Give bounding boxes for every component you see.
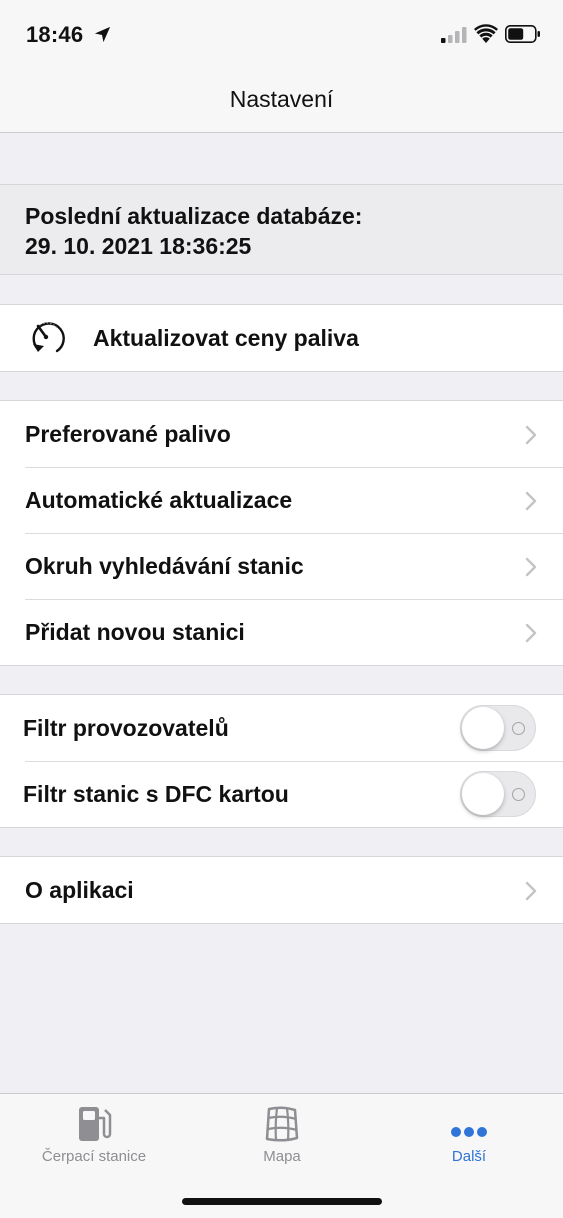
last-update-timestamp: 29. 10. 2021 18:36:25	[25, 233, 252, 259]
map-grid-icon	[265, 1106, 299, 1142]
preferences-group: Preferované palivo Automatické aktualiza…	[0, 400, 563, 666]
dfc-filter-label: Filtr stanic s DFC kartou	[23, 781, 289, 807]
chevron-right-icon	[525, 491, 537, 511]
home-indicator	[182, 1198, 382, 1205]
auto-updates-label: Automatické aktualizace	[25, 487, 293, 513]
chevron-right-icon	[525, 623, 537, 643]
more-dots-icon	[451, 1127, 487, 1137]
battery-icon	[505, 25, 540, 43]
chevron-right-icon	[525, 881, 537, 901]
search-radius-row[interactable]: Okruh vyhledávání stanic	[0, 533, 563, 599]
wifi-icon	[474, 24, 498, 43]
tab-more-label: Další	[451, 1148, 487, 1165]
filters-group: Filtr provozovatelů Filtr stanic s DFC k…	[0, 694, 563, 828]
tab-map[interactable]: Mapa	[188, 1094, 376, 1184]
preferred-fuel-label: Preferované palivo	[25, 421, 231, 447]
auto-updates-row[interactable]: Automatické aktualizace	[0, 467, 563, 533]
location-arrow-icon	[94, 26, 111, 43]
chevron-right-icon	[525, 425, 537, 445]
operator-filter-toggle[interactable]	[460, 705, 536, 751]
tab-fuel-stations[interactable]: Čerpací stanice	[0, 1094, 188, 1184]
dfc-filter-toggle[interactable]	[460, 771, 536, 817]
toggle-knob	[462, 773, 504, 815]
database-update-info: Poslední aktualizace databáze: 29. 10. 2…	[0, 184, 563, 275]
search-radius-label: Okruh vyhledávání stanic	[25, 553, 304, 579]
status-time: 18:46	[26, 22, 84, 47]
tab-fuel-stations-label: Čerpací stanice	[41, 1148, 147, 1165]
toggle-off-indicator-icon	[512, 788, 525, 801]
about-app-row[interactable]: O aplikaci	[0, 857, 563, 923]
navigation-bar: Nastavení	[0, 66, 563, 133]
dfc-filter-row: Filtr stanic s DFC kartou	[0, 761, 563, 827]
toggle-knob	[462, 707, 504, 749]
tab-more[interactable]: Další	[375, 1094, 563, 1184]
about-group: O aplikaci	[0, 856, 563, 924]
toggle-off-indicator-icon	[512, 722, 525, 735]
update-group: Aktualizovat ceny paliva	[0, 304, 563, 372]
status-bar: 18:46	[0, 0, 563, 66]
page-title: Nastavení	[229, 86, 334, 112]
fuel-pump-icon	[79, 1107, 112, 1141]
tab-map-label: Mapa	[263, 1148, 301, 1165]
operator-filter-label: Filtr provozovatelů	[23, 715, 229, 741]
update-prices-label: Aktualizovat ceny paliva	[93, 325, 359, 351]
preferred-fuel-row[interactable]: Preferované palivo	[0, 401, 563, 467]
add-station-row[interactable]: Přidat novou stanici	[0, 599, 563, 665]
operator-filter-row: Filtr provozovatelů	[0, 695, 563, 761]
cellular-signal-icon	[441, 27, 467, 43]
about-app-label: O aplikaci	[25, 877, 134, 903]
gauge-refresh-icon	[32, 322, 65, 353]
last-update-label: Poslední aktualizace databáze:	[25, 203, 363, 229]
chevron-right-icon	[525, 557, 537, 577]
add-station-label: Přidat novou stanici	[25, 619, 245, 645]
update-prices-button[interactable]: Aktualizovat ceny paliva	[0, 305, 563, 371]
